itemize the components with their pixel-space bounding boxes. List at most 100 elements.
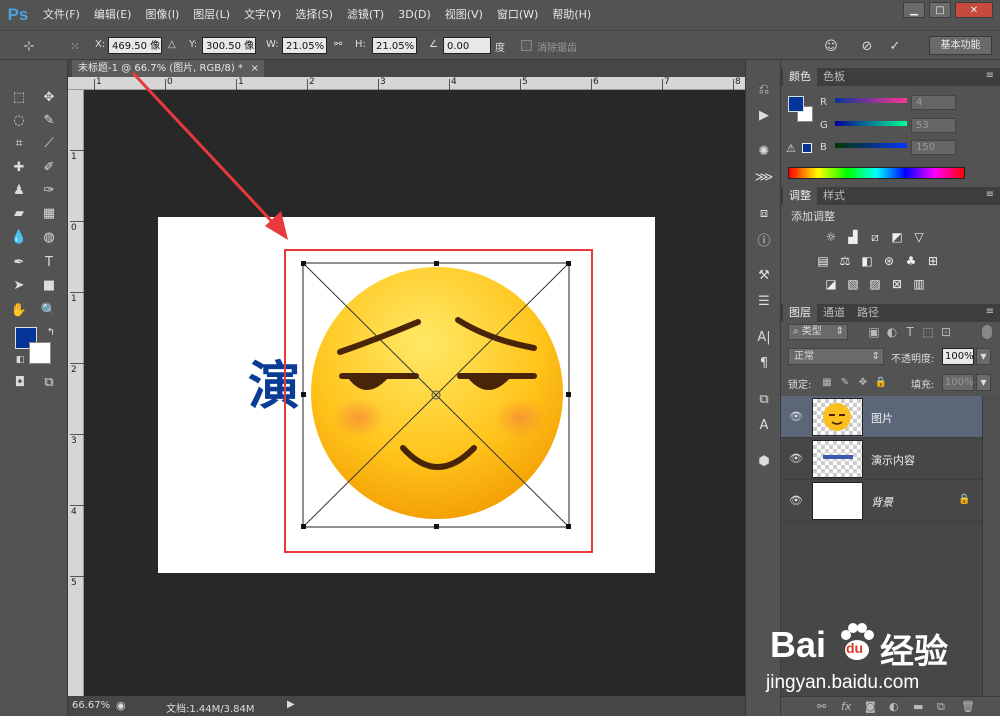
tab-color[interactable]: 颜色 xyxy=(783,68,817,86)
handle-top-center[interactable] xyxy=(434,261,439,266)
layers-scrollbar[interactable] xyxy=(982,396,1000,696)
black-white-icon[interactable]: ◧ xyxy=(859,254,875,268)
brush-presets-icon[interactable]: ⋙ xyxy=(754,168,774,186)
layer-row[interactable]: 👁 背景 🔒 xyxy=(781,480,982,522)
gradient-tool-icon[interactable]: ▦ xyxy=(38,203,60,223)
lock-position-icon[interactable]: ✥ xyxy=(855,375,871,389)
crop-tool-icon[interactable]: ⌗ xyxy=(8,133,30,153)
tab-paths[interactable]: 路径 xyxy=(851,304,885,322)
lock-transparent-icon[interactable]: ▦ xyxy=(819,375,835,389)
exposure-icon[interactable]: ◩ xyxy=(889,230,905,244)
layer-comps-icon[interactable]: ⧉ xyxy=(754,390,774,408)
menu-item[interactable]: 文件(F) xyxy=(36,0,87,30)
history-brush-icon[interactable]: ✑ xyxy=(38,180,60,200)
clone-source-icon[interactable]: ⧈ xyxy=(754,204,774,222)
brush-tool-icon[interactable]: ✐ xyxy=(38,157,60,177)
healing-brush-icon[interactable]: ✚ xyxy=(8,157,30,177)
info-icon[interactable]: ⓘ xyxy=(754,230,774,249)
b-slider[interactable] xyxy=(835,143,907,148)
type-tool-icon[interactable]: T xyxy=(38,252,60,272)
shape-tool-icon[interactable]: ■ xyxy=(38,275,60,295)
link-layers-icon[interactable]: ⚯ xyxy=(817,700,826,713)
menu-item[interactable]: 文字(Y) xyxy=(237,0,288,30)
width-field[interactable]: 21.05% xyxy=(282,37,327,54)
blend-mode-select[interactable]: 正常 ⇕ xyxy=(788,348,884,365)
menu-item[interactable]: 图层(L) xyxy=(186,0,237,30)
handle-bottom-left[interactable] xyxy=(301,524,306,529)
handle-middle-left[interactable] xyxy=(301,392,306,397)
threshold-icon[interactable]: ▨ xyxy=(867,277,883,291)
character-styles-icon[interactable]: A xyxy=(754,416,774,434)
color-fg-swatch[interactable] xyxy=(788,96,804,112)
eraser-tool-icon[interactable]: ▰ xyxy=(8,203,30,223)
close-button[interactable]: ✕ xyxy=(955,2,993,18)
status-icon[interactable]: ◉ xyxy=(116,699,126,712)
filter-type-icon[interactable]: T xyxy=(902,325,918,339)
height-field[interactable]: 21.05% xyxy=(372,37,417,54)
zoom-level[interactable]: 66.67% xyxy=(72,700,110,711)
actions-play-icon[interactable]: ▶ xyxy=(754,106,774,124)
layer-mask-icon[interactable]: ◙ xyxy=(865,700,876,713)
color-spectrum[interactable] xyxy=(788,167,965,179)
menu-item[interactable]: 编辑(E) xyxy=(87,0,139,30)
tab-adjustments[interactable]: 调整 xyxy=(783,187,817,205)
doc-size[interactable]: 文档:1.44M/3.84M xyxy=(166,700,255,715)
hue-saturation-icon[interactable]: ▤ xyxy=(815,254,831,268)
lock-pixels-icon[interactable]: ✎ xyxy=(837,375,853,389)
layer-style-icon[interactable]: fx xyxy=(841,700,851,713)
screen-mode-icon[interactable]: ⧉ xyxy=(38,372,60,392)
tab-channels[interactable]: 通道 xyxy=(817,304,851,322)
g-field[interactable]: 53 xyxy=(911,118,956,133)
y-field[interactable]: 300.50 像 xyxy=(202,37,256,54)
antialias-checkbox[interactable] xyxy=(521,40,532,51)
paragraph-icon[interactable]: ¶ xyxy=(754,354,774,372)
layer-row[interactable]: 👁 图片 xyxy=(781,396,982,438)
pen-tool-icon[interactable]: ✒ xyxy=(8,252,30,272)
stamp-tool-icon[interactable]: ♟ xyxy=(8,180,30,200)
marquee-tool-icon[interactable]: ⬚ xyxy=(8,87,30,107)
status-menu-arrow-icon[interactable]: ▶ xyxy=(287,699,295,710)
maximize-button[interactable]: □ xyxy=(929,2,951,18)
fill-field[interactable]: 100% xyxy=(942,374,974,391)
menu-item[interactable]: 图像(I) xyxy=(138,0,186,30)
delete-layer-icon[interactable]: 🗑 xyxy=(961,700,975,713)
3d-icon[interactable]: ⬢ xyxy=(754,452,774,470)
quick-mask-icon[interactable]: ◘ xyxy=(9,372,31,392)
reference-point-icon[interactable]: ⁙ xyxy=(64,36,86,56)
opacity-field[interactable]: 100% xyxy=(942,348,974,365)
adjust-panel-menu-icon[interactable]: ≡ xyxy=(986,189,994,200)
channel-mixer-icon[interactable]: ♣ xyxy=(903,254,919,268)
commit-transform-icon[interactable]: ✓ xyxy=(884,36,906,56)
lock-all-icon[interactable]: 🔒 xyxy=(873,375,889,389)
color-balance-icon[interactable]: ⚖ xyxy=(837,254,853,268)
tab-swatches[interactable]: 色板 xyxy=(817,68,851,86)
filter-shape-icon[interactable]: ⬚ xyxy=(920,325,936,339)
tab-layers[interactable]: 图层 xyxy=(783,304,817,322)
link-icon[interactable]: ⚯ xyxy=(334,39,342,50)
handle-bottom-center[interactable] xyxy=(434,524,439,529)
b-field[interactable]: 150 xyxy=(911,140,956,155)
fill-dropdown-icon[interactable]: ▼ xyxy=(976,374,991,391)
lasso-tool-icon[interactable]: ◌ xyxy=(8,110,30,130)
selective-color-icon[interactable]: ⊠ xyxy=(889,277,905,291)
hand-tool-icon[interactable]: ✋ xyxy=(8,300,30,320)
new-group-icon[interactable]: ▬ xyxy=(913,700,923,713)
path-select-icon[interactable]: ➤ xyxy=(8,275,30,295)
workspace-button[interactable]: 基本功能 xyxy=(929,36,992,55)
gradient-map-icon[interactable]: ▥ xyxy=(911,277,927,291)
dodge-tool-icon[interactable]: ◍ xyxy=(38,227,60,247)
angle-field[interactable]: 0.00 xyxy=(443,37,491,54)
x-field[interactable]: 469.50 像 xyxy=(108,37,162,54)
layer-filter-select[interactable]: ⌕ 类型 ⇕ xyxy=(788,324,848,340)
new-adjustment-icon[interactable]: ◐ xyxy=(889,700,899,713)
filter-toggle[interactable] xyxy=(982,325,992,339)
menu-item[interactable]: 帮助(H) xyxy=(545,0,598,30)
move-tool-icon[interactable]: ✥ xyxy=(38,87,60,107)
menu-item[interactable]: 选择(S) xyxy=(288,0,340,30)
posterize-icon[interactable]: ▧ xyxy=(845,277,861,291)
blur-tool-icon[interactable]: 💧 xyxy=(8,227,30,247)
levels-icon[interactable]: ▟ xyxy=(845,230,861,244)
layers-panel-menu-icon[interactable]: ≡ xyxy=(986,306,994,317)
menu-item[interactable]: 滤镜(T) xyxy=(340,0,391,30)
quick-select-icon[interactable]: ✎ xyxy=(38,110,60,130)
